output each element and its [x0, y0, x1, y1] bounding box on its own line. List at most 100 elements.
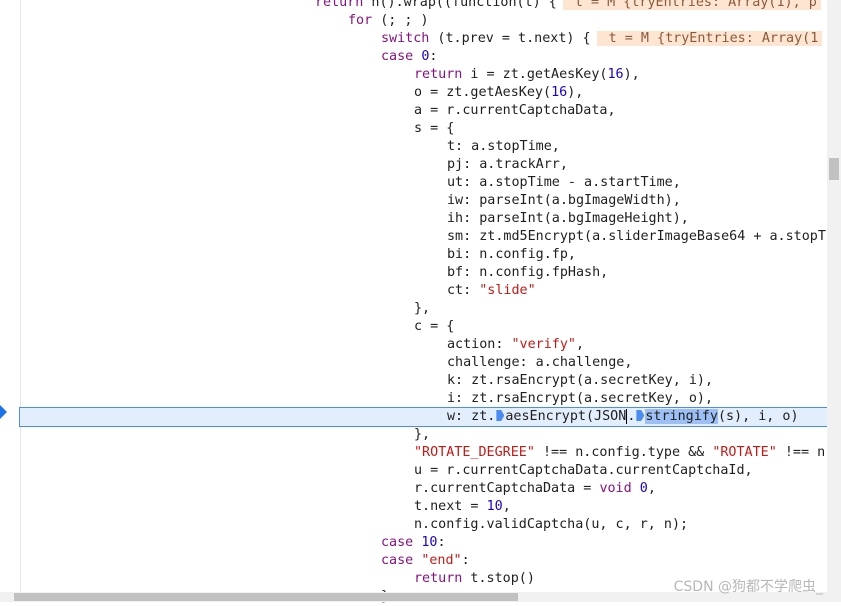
code-line[interactable]: for (; ; )	[20, 12, 827, 30]
code-line[interactable]: case 10:	[20, 534, 827, 552]
vertical-scrollbar-thumb[interactable]	[829, 158, 839, 180]
code-token: (; ; )	[372, 13, 429, 28]
code-line[interactable]: action: "verify",	[20, 336, 827, 354]
vertical-scrollbar[interactable]	[827, 0, 841, 592]
code-line[interactable]: ih: parseInt(a.bgImageHeight),	[20, 210, 827, 228]
code-token: },	[414, 427, 431, 442]
horizontal-scrollbar-thumb[interactable]	[14, 593, 518, 601]
current-execution-line[interactable]: w: zt. aesEncrypt(JSON. stringify(s), i, o…	[19, 407, 828, 427]
number-token: 0	[639, 481, 648, 496]
keyword-token: return	[414, 571, 463, 586]
code-token: :	[461, 553, 470, 568]
code-token: aesEncrypt(JSON	[505, 409, 627, 424]
editor-gutter[interactable]	[0, 0, 21, 602]
code-line[interactable]: bf: n.config.fpHash,	[20, 264, 827, 282]
code-line[interactable]: return i = zt.getAesKey(16),	[20, 66, 827, 84]
keyword-token: case	[381, 49, 414, 64]
code-line[interactable]: sm: zt.md5Encrypt(a.sliderImageBase64 + …	[20, 228, 827, 246]
code-token: n.config.validCaptcha(u, c, r, n);	[414, 517, 689, 532]
code-line[interactable]: },	[20, 426, 827, 444]
code-line[interactable]: case 0:	[20, 48, 827, 66]
keyword-token: void	[599, 481, 632, 496]
code-line[interactable]: o = zt.getAesKey(16),	[20, 84, 827, 102]
code-line[interactable]: iw: parseInt(a.bgImageWidth),	[20, 192, 827, 210]
code-token: n().wrap((function(t) {	[363, 0, 557, 10]
keyword-token: return	[315, 0, 364, 10]
inline-variable-value: t = M {tryEntries: Array(1), p	[562, 0, 821, 10]
code-token: challenge: a.challenge,	[447, 355, 633, 370]
keyword-token: return	[414, 67, 463, 82]
code-token: a = r.currentCaptchaData,	[414, 103, 616, 118]
code-line[interactable]: case "end":	[20, 552, 827, 570]
string-token: "verify"	[511, 337, 577, 352]
code-line[interactable]: c = {	[20, 318, 827, 336]
code-line[interactable]: switch (t.prev = t.next) { t = M {tryEnt…	[20, 30, 827, 48]
paused-line-marker-icon[interactable]	[0, 405, 7, 419]
code-token: w: zt.	[447, 409, 496, 424]
code-line[interactable]: "ROTATE_DEGREE" !== n.config.type && "RO…	[20, 444, 827, 462]
code-token: r.currentCaptchaData =	[414, 481, 600, 496]
keyword-token: for	[348, 13, 373, 28]
code-token: :	[429, 49, 438, 64]
code-line[interactable]: t: a.stopTime,	[20, 138, 827, 156]
string-token: "end"	[421, 553, 462, 568]
code-token: u = r.currentCaptchaData.currentCaptchaI…	[414, 463, 753, 478]
code-token: action:	[447, 337, 512, 352]
code-token: (t.prev = t.next) {	[429, 31, 591, 46]
source-code-view[interactable]: return n().wrap((function(t) { t = M {tr…	[19, 0, 828, 606]
code-token: i = zt.getAesKey(	[462, 67, 608, 82]
code-token: pj: a.trackArr,	[447, 157, 568, 172]
code-token: ct:	[447, 283, 480, 298]
code-line[interactable]: i: zt.rsaEncrypt(a.secretKey, o),	[20, 390, 827, 408]
code-token: :	[437, 535, 446, 550]
code-token: ih: parseInt(a.bgImageHeight),	[447, 211, 689, 226]
watermark: CSDN @狗都不学爬虫_	[673, 579, 823, 595]
code-line[interactable]: s = {	[20, 120, 827, 138]
code-token: !== n.config.type &&	[534, 445, 713, 460]
code-token: t: a.stopTime,	[447, 139, 560, 154]
code-token: ,	[647, 481, 656, 496]
keyword-token: case	[381, 535, 414, 550]
code-token: o = zt.getAesKey(	[414, 85, 552, 100]
keyword-token: case	[381, 553, 414, 568]
code-line[interactable]: a = r.currentCaptchaData,	[20, 102, 827, 120]
code-line[interactable]: return n().wrap((function(t) { t = M {tr…	[20, 0, 827, 12]
text-caret: .	[626, 409, 636, 424]
code-line[interactable]: ct: "slide"	[20, 282, 827, 300]
code-line[interactable]: pj: a.trackArr,	[20, 156, 827, 174]
code-token: ),	[623, 67, 640, 82]
code-line[interactable]: },	[20, 300, 827, 318]
code-token: ut: a.stopTime - a.startTime,	[447, 175, 681, 190]
code-token: ,	[576, 337, 585, 352]
string-token: "slide"	[479, 283, 536, 298]
code-line[interactable]: challenge: a.challenge,	[20, 354, 827, 372]
step-into-marker-icon[interactable]	[496, 410, 505, 421]
code-token: !== n	[776, 445, 826, 460]
number-token: 10	[486, 499, 503, 514]
code-token: (s), i, o)	[717, 409, 799, 424]
code-token: c = {	[414, 319, 455, 334]
code-line[interactable]: bi: n.config.fp,	[20, 246, 827, 264]
code-token: iw: parseInt(a.bgImageWidth),	[447, 193, 681, 208]
code-line[interactable]: u = r.currentCaptchaData.currentCaptchaI…	[20, 462, 827, 480]
code-line[interactable]: k: zt.rsaEncrypt(a.secretKey, i),	[20, 372, 827, 390]
code-line[interactable]: r.currentCaptchaData = void 0,	[20, 480, 827, 498]
code-line[interactable]: ut: a.stopTime - a.startTime,	[20, 174, 827, 192]
step-into-marker-icon[interactable]	[636, 410, 645, 421]
code-token: s = {	[414, 121, 455, 136]
code-token: t.stop()	[462, 571, 535, 586]
code-token: sm: zt.md5Encrypt(a.sliderImageBase64 + …	[447, 229, 826, 244]
code-token: bi: n.config.fp,	[447, 247, 576, 262]
code-line[interactable]: t.next = 10,	[20, 498, 827, 516]
selected-text: stringify	[645, 409, 718, 424]
code-line[interactable]: n.config.validCaptcha(u, c, r, n);	[20, 516, 827, 534]
number-token: 16	[551, 85, 568, 100]
code-token: i: zt.rsaEncrypt(a.secretKey, o),	[447, 391, 714, 406]
string-token: "ROTATE"	[712, 445, 777, 460]
code-token: k: zt.rsaEncrypt(a.secretKey, i),	[447, 373, 714, 388]
code-token: bf: n.config.fpHash,	[447, 265, 609, 280]
code-token: ),	[567, 85, 584, 100]
number-token: 10	[421, 535, 438, 550]
keyword-token: switch	[381, 31, 430, 46]
